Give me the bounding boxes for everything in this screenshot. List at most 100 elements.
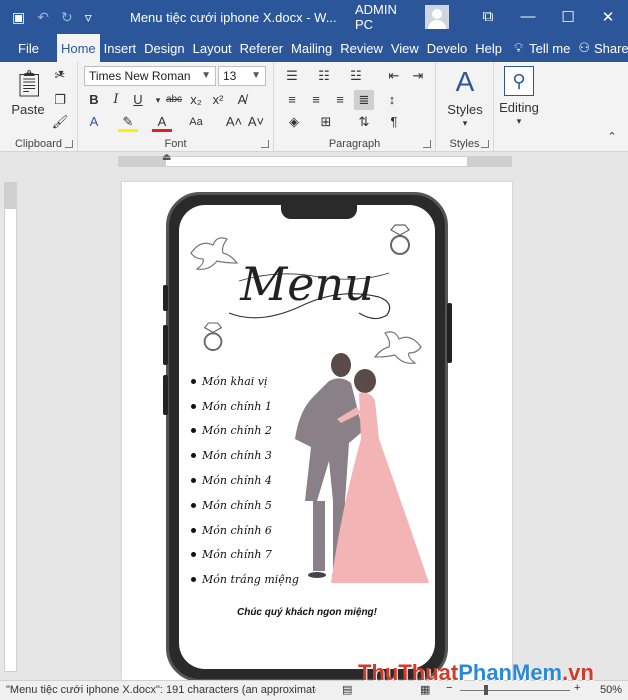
tab-design[interactable]: Design bbox=[140, 34, 188, 62]
paste-icon[interactable]: 📋︎ bbox=[12, 68, 46, 102]
shrink-font-icon[interactable]: A˅ bbox=[246, 112, 266, 132]
decrease-indent-icon[interactable]: ⇤ bbox=[384, 66, 404, 86]
styles-dropdown-icon[interactable]: ▾ bbox=[458, 118, 472, 129]
phone-side-button bbox=[163, 375, 168, 415]
tab-view[interactable]: View bbox=[387, 34, 423, 62]
clear-formatting-icon[interactable]: A̸ bbox=[232, 90, 252, 110]
share-button[interactable]: ⚇ Share bbox=[574, 34, 628, 62]
tab-references[interactable]: Referer bbox=[236, 34, 287, 62]
font-launcher-icon[interactable] bbox=[261, 140, 269, 148]
avatar[interactable] bbox=[425, 5, 449, 29]
increase-indent-icon[interactable]: ⇥ bbox=[408, 66, 428, 86]
tab-review[interactable]: Review bbox=[336, 34, 387, 62]
collapse-ribbon-icon[interactable]: ⌃ bbox=[604, 130, 620, 143]
list-item: Món chính 1 bbox=[191, 394, 299, 419]
styles-icon[interactable]: A bbox=[448, 66, 482, 100]
styles-launcher-icon[interactable] bbox=[481, 140, 489, 148]
list-item: Món chính 7 bbox=[191, 543, 299, 568]
cut-icon[interactable]: ✂ bbox=[50, 66, 70, 86]
paste-button[interactable]: Paste bbox=[6, 102, 50, 117]
paragraph-launcher-icon[interactable] bbox=[423, 140, 431, 148]
styles-group: A Styles ▾ Styles bbox=[436, 62, 494, 152]
tell-me-search[interactable]: 💡︎ Tell me bbox=[506, 34, 574, 62]
justify-icon[interactable]: ≣ bbox=[354, 90, 374, 110]
phone-side-button bbox=[447, 303, 452, 363]
undo-icon[interactable]: ↶ bbox=[37, 9, 49, 26]
editing-dropdown-icon[interactable]: ▾ bbox=[512, 116, 526, 127]
line-spacing-icon[interactable]: ↕ bbox=[382, 90, 402, 110]
align-center-icon[interactable]: ≡ bbox=[306, 90, 326, 110]
ribbon-display-icon[interactable]: ⧉ bbox=[468, 8, 508, 26]
horizontal-ruler[interactable]: ⏏ bbox=[0, 152, 628, 170]
grow-font-icon[interactable]: A˄ bbox=[224, 112, 244, 132]
list-item: Món chính 4 bbox=[191, 468, 299, 493]
tab-developer[interactable]: Develo bbox=[423, 34, 471, 62]
font-color-icon[interactable]: A bbox=[152, 112, 172, 132]
font-name-select[interactable]: Times New Roman ▼ bbox=[84, 66, 216, 86]
change-case-icon[interactable]: Aa bbox=[186, 112, 206, 132]
tab-mailings[interactable]: Mailing bbox=[287, 34, 336, 62]
italic-icon[interactable]: I bbox=[106, 90, 126, 110]
read-mode-icon[interactable]: ▤ bbox=[342, 683, 352, 696]
minimize-icon[interactable]: — bbox=[508, 8, 548, 26]
sort-icon[interactable]: ⇅ bbox=[354, 112, 374, 132]
tell-me-label: Tell me bbox=[529, 40, 571, 56]
editing-button[interactable]: Editing bbox=[494, 100, 544, 115]
tab-help[interactable]: Help bbox=[471, 34, 506, 62]
underline-icon[interactable]: U bbox=[128, 90, 148, 110]
ribbon: 📋︎ Paste ▾ ✂ ❐ 🖌︎ Clipboard Times New Ro… bbox=[0, 62, 628, 152]
font-size-value: 13 bbox=[223, 69, 237, 83]
user-name[interactable]: ADMIN PC bbox=[355, 2, 415, 32]
styles-button[interactable]: Styles bbox=[436, 102, 494, 117]
watermark-part: PhanMem bbox=[458, 660, 563, 685]
zoom-slider[interactable] bbox=[460, 690, 570, 691]
font-group-label: Font bbox=[164, 138, 187, 150]
search-icon[interactable]: ⚲ bbox=[504, 66, 534, 96]
watermark: ThuThuatPhanMem.vn bbox=[358, 660, 594, 686]
document-page[interactable]: Menu Món khai vị Món chính 1 Món chính 2… bbox=[122, 182, 512, 680]
bold-icon[interactable]: B bbox=[84, 90, 104, 110]
font-size-select[interactable]: 13 ▼ bbox=[218, 66, 266, 86]
tab-insert[interactable]: Insert bbox=[100, 34, 141, 62]
zoom-level[interactable]: 50% bbox=[600, 684, 622, 696]
borders-icon[interactable]: ⊞ bbox=[316, 112, 336, 132]
chevron-down-icon: ▼ bbox=[201, 70, 211, 81]
watermark-part: .vn bbox=[562, 660, 594, 685]
ribbon-tabs: File Home Insert Design Layout Referer M… bbox=[0, 34, 628, 62]
format-painter-icon[interactable]: 🖌︎ bbox=[50, 112, 70, 132]
save-icon[interactable]: ▣ bbox=[12, 9, 25, 26]
clipboard-group: 📋︎ Paste ▾ ✂ ❐ 🖌︎ Clipboard bbox=[0, 62, 78, 152]
strikethrough-icon[interactable]: abc bbox=[164, 90, 184, 110]
status-text[interactable]: "Menu tiệc cưới iphone X.docx": 191 char… bbox=[6, 684, 316, 696]
indent-marker-icon[interactable]: ⏏ bbox=[162, 152, 171, 163]
vertical-ruler[interactable] bbox=[4, 182, 17, 672]
tab-home[interactable]: Home bbox=[56, 34, 100, 62]
shading-icon[interactable]: ◈ bbox=[284, 112, 304, 132]
redo-icon[interactable]: ↻ bbox=[61, 9, 73, 26]
list-item: Món tráng miệng bbox=[191, 567, 299, 592]
font-name-value: Times New Roman bbox=[89, 69, 191, 83]
clipboard-launcher-icon[interactable] bbox=[65, 140, 73, 148]
list-item: Món chính 6 bbox=[191, 518, 299, 543]
customize-toolbar-icon[interactable]: ▿ bbox=[85, 9, 92, 26]
zoom-slider-handle[interactable] bbox=[484, 685, 488, 695]
multilevel-list-icon[interactable]: ☳ bbox=[346, 66, 366, 86]
show-marks-icon[interactable]: ¶ bbox=[384, 112, 404, 132]
numbering-icon[interactable]: ☷ bbox=[314, 66, 334, 86]
subscript-icon[interactable]: x₂ bbox=[186, 90, 206, 110]
person-icon: ⚇ bbox=[578, 40, 590, 55]
highlight-icon[interactable]: ✎ bbox=[118, 112, 138, 132]
superscript-icon[interactable]: x² bbox=[208, 90, 228, 110]
text-effects-icon[interactable]: A bbox=[84, 112, 104, 132]
editing-group: ⚲ Editing ▾ bbox=[494, 62, 548, 152]
ruler-left-margin bbox=[118, 156, 166, 167]
copy-icon[interactable]: ❐ bbox=[50, 90, 70, 110]
align-left-icon[interactable]: ≡ bbox=[282, 90, 302, 110]
bullets-icon[interactable]: ☰ bbox=[282, 66, 302, 86]
maximize-icon[interactable]: ☐ bbox=[548, 8, 588, 26]
window-controls: ⧉ — ☐ ✕ bbox=[468, 8, 628, 26]
close-icon[interactable]: ✕ bbox=[588, 8, 628, 26]
tab-layout[interactable]: Layout bbox=[189, 34, 236, 62]
align-right-icon[interactable]: ≡ bbox=[330, 90, 350, 110]
tab-file[interactable]: File bbox=[0, 34, 57, 62]
